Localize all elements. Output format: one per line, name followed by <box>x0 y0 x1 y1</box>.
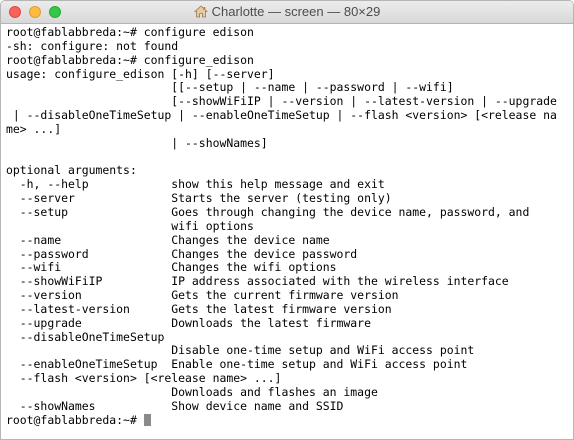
terminal-line: usage: configure_edison [-h] [--server] <box>6 66 275 81</box>
terminal-line: [[--setup | --name | --password | --wifi… <box>6 80 454 95</box>
terminal-line: | --showNames] <box>6 135 268 150</box>
prompt-line[interactable]: root@fablabbreda:~# <box>6 412 570 428</box>
terminal-window: Charlotte — screen — 80×29 root@fablabbr… <box>0 0 574 440</box>
terminal-line: --server Starts the server (testing only… <box>6 191 392 206</box>
title-bar[interactable]: Charlotte — screen — 80×29 <box>1 1 573 24</box>
terminal-line: --wifi Changes the wifi options <box>6 260 337 275</box>
terminal-line: --latest-version Gets the latest firmwar… <box>6 301 392 316</box>
shell-prompt: root@fablabbreda:~# <box>6 412 144 427</box>
home-icon <box>193 5 208 18</box>
terminal-line: root@fablabbreda:~# configure edison <box>6 26 254 39</box>
terminal-line: -h, --help show this help message and ex… <box>6 177 385 192</box>
terminal-line: | --disableOneTimeSetup | --enableOneTim… <box>6 108 557 123</box>
terminal-line: --version Gets the current firmware vers… <box>6 288 399 303</box>
terminal-line: --enableOneTimeSetup Enable one-time set… <box>6 357 468 372</box>
terminal-line: --showWiFiIP IP address associated with … <box>6 274 509 289</box>
terminal-line: root@fablabbreda:~# configure_edison <box>6 52 254 67</box>
window-title-text: Charlotte — screen — 80×29 <box>211 4 381 19</box>
terminal-output[interactable]: root@fablabbreda:~# configure edison -sh:… <box>6 26 570 438</box>
terminal-line: --password Changes the device password <box>6 246 358 261</box>
terminal-line: --showNames Show device name and SSID <box>6 398 344 413</box>
terminal-line: --disableOneTimeSetup <box>6 329 165 344</box>
terminal-line: [--showWiFiIP | --version | --latest-ver… <box>6 94 557 109</box>
terminal-line: -sh: configure: not found <box>6 38 179 53</box>
terminal-line: wifi options <box>6 218 254 233</box>
terminal-line: optional arguments: <box>6 163 137 178</box>
terminal-line: --flash <version> [<release name> ...] <box>6 371 282 386</box>
terminal-line: --upgrade Downloads the latest firmware <box>6 315 371 330</box>
terminal-line: me> ...] <box>6 121 62 136</box>
terminal-line: --setup Goes through changing the device… <box>6 204 530 219</box>
text-cursor <box>143 413 151 426</box>
terminal-line: Disable one-time setup and WiFi access p… <box>6 343 475 358</box>
terminal-line: --name Changes the device name <box>6 232 330 247</box>
window-title: Charlotte — screen — 80×29 <box>1 1 573 23</box>
terminal-line: Downloads and flashes an image <box>6 384 378 399</box>
